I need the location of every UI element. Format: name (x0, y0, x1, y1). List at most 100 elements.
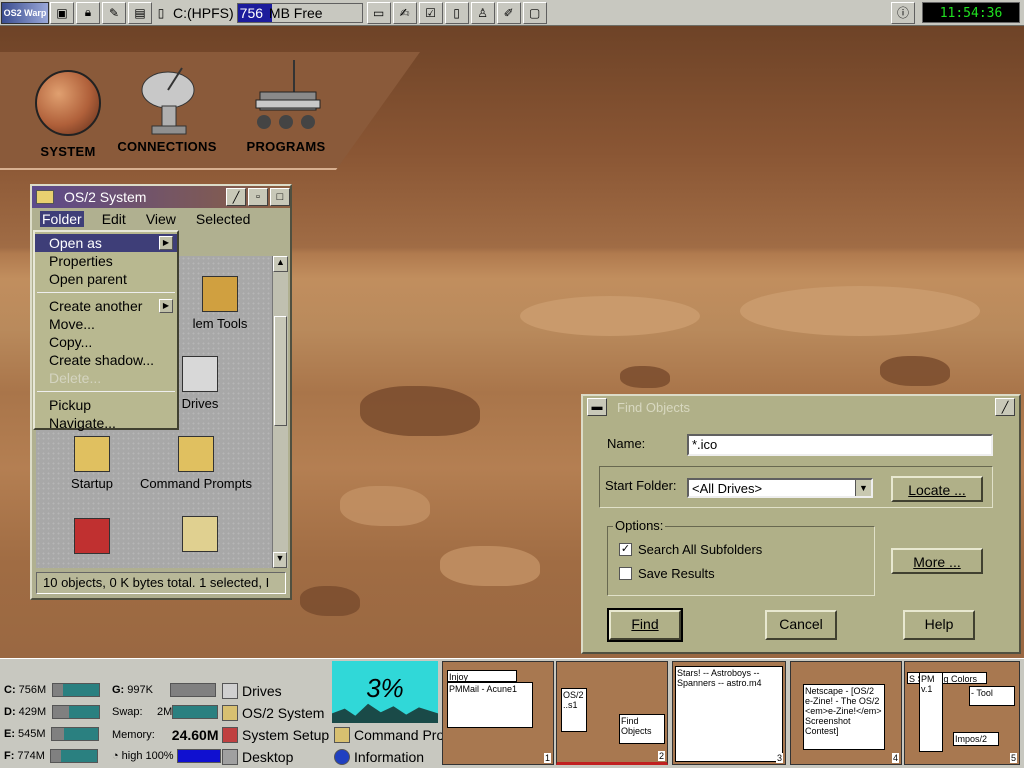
drive-meter-e: E: 545M (4, 727, 99, 741)
scroll-up-arrow[interactable]: ▲ (273, 256, 288, 272)
clipboard-icon[interactable]: ▯ (444, 1, 469, 24)
search-subfolders-checkbox[interactable]: ✓ Search All Subfolders (619, 542, 762, 557)
menu-view[interactable]: View (144, 211, 178, 227)
mini-window[interactable]: Injoy (447, 670, 517, 682)
drives-icon (182, 356, 218, 392)
menu-item-pickup[interactable]: Pickup (35, 396, 177, 414)
find-objects-window: ▬ Find Objects ╱ Name: *.ico Start Folde… (581, 394, 1021, 654)
menu-selected[interactable]: Selected (194, 211, 252, 227)
hill (520, 296, 700, 336)
mini-window[interactable]: Impos/2 (953, 732, 999, 746)
folder-item-system-setup[interactable] (64, 518, 120, 558)
monitor-icon[interactable]: ▤ (128, 1, 152, 24)
scroll-thumb[interactable] (274, 316, 287, 426)
start-folder-select[interactable]: <All Drives> ▼ (687, 478, 873, 498)
folder-item-label: lem Tools (192, 316, 248, 331)
mini-window[interactable]: - Tool (969, 686, 1015, 706)
menu-folder[interactable]: Folder (40, 211, 84, 227)
mini-window[interactable]: Stars! -- Astroboys -- Spanners -- astro… (675, 666, 783, 762)
menu-item-open-parent[interactable]: Open parent (35, 270, 177, 288)
link-desktop[interactable]: Desktop (222, 749, 293, 765)
desktop-number: 3 (775, 753, 783, 763)
checkbox-checked[interactable]: ✓ (619, 543, 632, 556)
hide-button[interactable]: ╱ (226, 188, 246, 206)
folder-item-startup[interactable]: Startup (64, 436, 120, 491)
person-icon[interactable]: ♙ (470, 1, 495, 24)
name-label: Name: (607, 436, 646, 451)
menu-item-create-shadow[interactable]: Create shadow... (35, 351, 177, 369)
checkbox-unchecked[interactable] (619, 567, 632, 580)
window-title: OS/2 System (64, 189, 147, 205)
menu-item-move[interactable]: Move... (35, 315, 177, 333)
drive-icon[interactable]: ▯ (154, 1, 168, 24)
notepad-icon[interactable]: ✍ (392, 1, 417, 24)
start-folder-label: Start Folder: (605, 478, 677, 493)
name-input[interactable]: *.ico (687, 434, 993, 456)
find-objects-titlebar[interactable]: ▬ Find Objects ╱ (583, 396, 1019, 418)
link-command-prompt[interactable]: Command Pro (334, 727, 444, 743)
folder-item-command-prompts[interactable]: Command Prompts (136, 436, 256, 491)
find-button[interactable]: Find (607, 608, 683, 642)
drive-label: C:(HPFS) (173, 4, 234, 21)
close-button[interactable]: ╱ (995, 398, 1015, 416)
folder-item-label: Command Prompts (140, 476, 252, 491)
mini-window[interactable]: PMMail - Acune1 (447, 682, 533, 728)
cancel-button[interactable]: Cancel (765, 610, 837, 640)
submenu-arrow-icon[interactable]: ▶ (159, 299, 173, 313)
help-button[interactable]: Help (903, 610, 975, 640)
keyboard-icon[interactable]: ▭ (366, 1, 391, 24)
windows-icon[interactable]: ▣ (50, 1, 74, 24)
chevron-down-icon[interactable]: ▼ (855, 480, 871, 496)
menu-item-properties[interactable]: Properties (35, 252, 177, 270)
menu-edit[interactable]: Edit (100, 211, 128, 227)
os2-system-titlebar[interactable]: OS/2 System ╱ ▫ □ (32, 186, 290, 208)
maximize-button[interactable]: □ (270, 188, 290, 206)
os2-logo[interactable]: OS2 Warp (1, 1, 49, 24)
checklist-icon[interactable]: ☑ (418, 1, 443, 24)
launch-programs[interactable]: PROGRAMS (238, 56, 334, 154)
paint-icon[interactable]: ✐ (496, 1, 521, 24)
menu-item-copy[interactable]: Copy... (35, 333, 177, 351)
folder-item-drives[interactable]: Drives (170, 356, 230, 411)
virtual-desktop-2[interactable]: OS/2 ..s1 Find Objects 2 (556, 661, 668, 765)
folder-item-problem-tools[interactable]: lem Tools (170, 276, 270, 331)
mini-window[interactable]: Find Objects (619, 714, 665, 744)
system-menu-button[interactable]: ▬ (587, 398, 607, 416)
restore-button[interactable]: ▫ (248, 188, 268, 206)
rover-icon (255, 60, 321, 129)
top-bar: OS2 Warp ▣ 🔒︎ ✎ ▤ ▯ C:(HPFS) 756 MB Free… (0, 0, 1024, 26)
pen-icon[interactable]: ✎ (102, 1, 126, 24)
system-setup-icon (222, 727, 238, 743)
virtual-desktop-5[interactable]: S Sharing Colors PM v.1 - Tool Impos/2 5 (904, 661, 1020, 765)
submenu-arrow-icon[interactable]: ▶ (159, 236, 173, 250)
folder-item-help-center[interactable] (172, 516, 228, 556)
locate-button[interactable]: Locate ... (891, 476, 983, 502)
memory-meter: Memory: 24.60M (112, 727, 219, 743)
menu-item-open-as[interactable]: Open as ▶ (35, 234, 177, 252)
meter-bar (176, 749, 221, 763)
info-icon[interactable]: ⓘ (891, 1, 915, 24)
mini-window[interactable]: Netscape - [OS/2 e-Zine! - The OS/2 <em>… (803, 684, 885, 750)
more-button[interactable]: More ... (891, 548, 983, 574)
save-results-checkbox[interactable]: Save Results (619, 566, 715, 581)
virtual-desktop-4[interactable]: Netscape - [OS/2 e-Zine! - The OS/2 <em>… (790, 661, 902, 765)
lock-icon[interactable]: 🔒︎ (76, 1, 100, 24)
menu-item-navigate[interactable]: Navigate... (35, 414, 177, 432)
scroll-down-arrow[interactable]: ▼ (273, 552, 287, 568)
link-system-setup[interactable]: System Setup (222, 727, 329, 743)
window-icon[interactable]: ▢ (522, 1, 547, 24)
launch-connections[interactable]: CONNECTIONS (112, 62, 222, 154)
mini-window[interactable]: PM v.1 (919, 672, 943, 752)
link-information[interactable]: Information (334, 749, 424, 765)
vertical-scrollbar[interactable]: ▲ ▼ (272, 256, 288, 568)
menu-item-create-another[interactable]: Create another ▶ (35, 297, 177, 315)
link-os2-system[interactable]: OS/2 System (222, 705, 324, 721)
link-drives[interactable]: Drives (222, 683, 282, 699)
launch-system[interactable]: SYSTEM (30, 70, 106, 159)
mini-window[interactable]: OS/2 ..s1 (561, 688, 587, 732)
meter-bar (51, 705, 100, 719)
launch-programs-label: PROGRAMS (246, 139, 326, 154)
virtual-desktop-3[interactable]: Stars! -- Astroboys -- Spanners -- astro… (672, 661, 786, 765)
virtual-desktop-1[interactable]: Injoy PMMail - Acune1 1 (442, 661, 554, 765)
folder-icon[interactable] (36, 190, 54, 204)
